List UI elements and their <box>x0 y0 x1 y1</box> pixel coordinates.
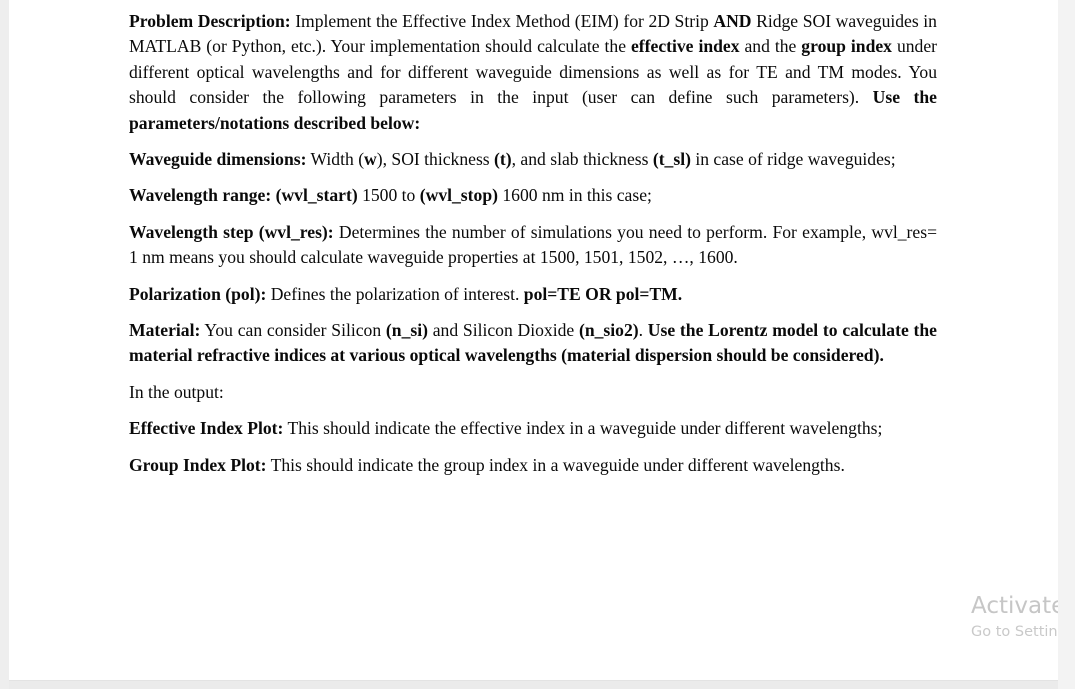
paragraph-material: Material: You can consider Silicon (n_si… <box>129 318 937 369</box>
text-run: 1500 to <box>357 185 420 206</box>
text-run: In the output: <box>129 381 224 402</box>
paragraph-wavelength-step: Wavelength step (wvl_res): Determines th… <box>129 220 937 271</box>
document-page: Problem Description: Implement the Effec… <box>9 0 1058 680</box>
paragraph-effective-index-plot: Effective Index Plot: This should indica… <box>129 416 937 441</box>
bold-run: effective index <box>630 36 740 57</box>
bold-run: Material: <box>129 320 201 341</box>
paragraph-problem-description: Problem Description: Implement the Effec… <box>129 9 937 136</box>
bold-run: Problem Description: <box>129 11 291 31</box>
text-run: ), SOI thickness <box>376 149 495 170</box>
paragraph-waveguide-dimensions: Waveguide dimensions: Width (w), SOI thi… <box>129 147 937 172</box>
text-run: Width ( <box>306 149 365 170</box>
paragraph-wavelength-range: Wavelength range: (wvl_start) 1500 to (w… <box>129 183 937 208</box>
text-run: You can consider Silicon <box>200 320 386 341</box>
watermark-title: Activate Windows <box>971 593 1058 619</box>
text-run: in case of ridge waveguides; <box>690 149 896 170</box>
page-gutter-left <box>0 0 9 689</box>
bold-run: pol=TE OR pol=TM. <box>523 283 683 304</box>
text-run: This should indicate the effective index… <box>283 418 883 439</box>
bold-run: (t_sl) <box>652 149 691 170</box>
activate-windows-watermark: Activate Windows Go to Settings to activ… <box>971 592 1058 642</box>
text-run: . <box>638 320 648 341</box>
bold-run: (n_si) <box>385 320 428 341</box>
bold-run: Polarization (pol): <box>129 283 267 304</box>
text-run: 1600 nm in this case; <box>497 185 652 206</box>
bold-run: (wvl_stop) <box>419 185 498 206</box>
page-bottom-edge <box>9 680 1058 681</box>
text-run: This should indicate the group index in … <box>266 454 845 475</box>
bold-run: group index <box>801 36 892 57</box>
watermark-subtitle: Go to Settings to activate Windows. <box>971 624 1058 640</box>
paragraph-group-index-plot: Group Index Plot: This should indicate t… <box>129 453 937 478</box>
document-text-column: Problem Description: Implement the Effec… <box>129 9 937 478</box>
bold-run: Wavelength step (wvl_res): <box>129 221 334 242</box>
text-run: Implement the Effective Index Method (EI… <box>290 11 714 31</box>
text-run: and the <box>739 36 802 57</box>
paragraph-in-the-output: In the output: <box>129 380 937 405</box>
bold-run: AND <box>713 11 752 31</box>
bold-run: Effective Index Plot: <box>129 418 284 439</box>
paragraph-polarization: Polarization (pol): Defines the polariza… <box>129 282 937 307</box>
bold-run: Waveguide dimensions: <box>129 149 307 170</box>
watermark-clip-overlay <box>1058 560 1075 689</box>
text-run: , and slab thickness <box>511 149 653 170</box>
bold-run: Wavelength range: (wvl_start) <box>129 185 358 206</box>
bold-run: Group Index Plot: <box>129 454 267 475</box>
text-run: and Silicon Dioxide <box>427 320 579 341</box>
bold-run: (t) <box>494 149 512 170</box>
bold-run: w <box>364 149 377 170</box>
text-run: Defines the polarization of interest. <box>266 283 524 304</box>
bold-run: (n_sio2) <box>578 320 639 341</box>
